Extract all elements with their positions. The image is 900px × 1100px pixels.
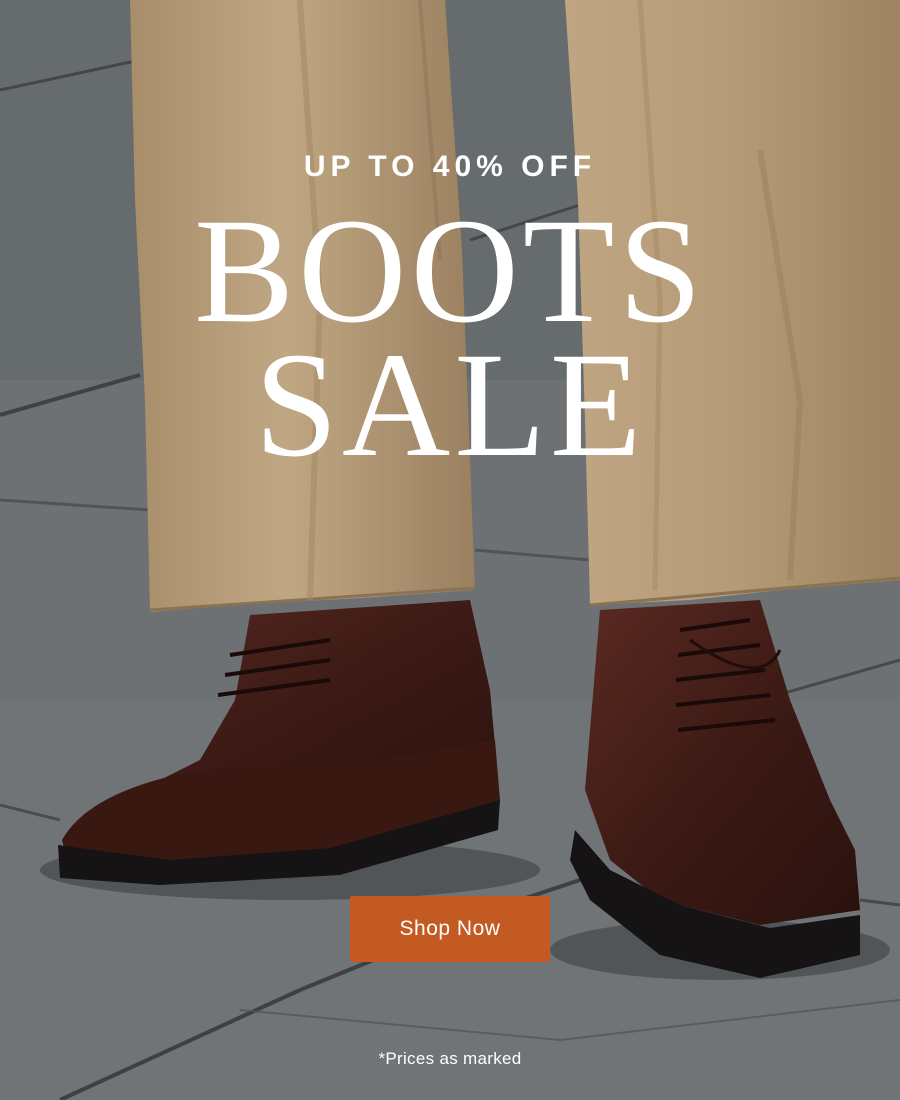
promo-banner: UP TO 40% OFF BOOTS SALE Shop Now *Price…	[0, 0, 900, 1100]
shop-now-button[interactable]: Shop Now	[350, 896, 550, 962]
